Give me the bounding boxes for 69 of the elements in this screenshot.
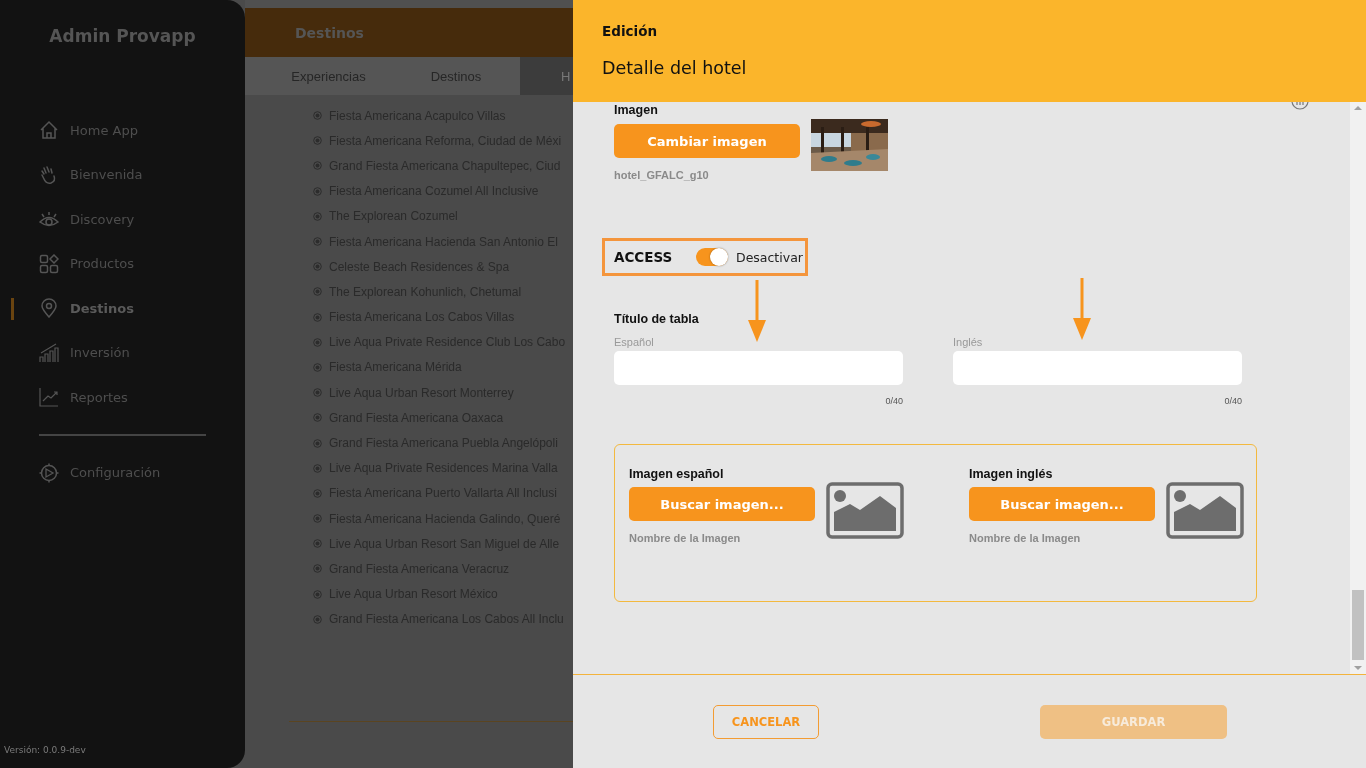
bullet-icon: [313, 463, 322, 473]
location-pin-icon: [39, 298, 59, 319]
app-title: Admin Provapp: [48, 26, 197, 46]
nav-item[interactable]: Bienvenida: [0, 152, 245, 197]
scrollbar[interactable]: [1350, 102, 1366, 674]
section-title: Título de tabla: [614, 312, 699, 326]
nav-item[interactable]: Destinos: [0, 286, 245, 331]
bullet-icon: [313, 237, 322, 247]
bullet-icon: [313, 312, 322, 322]
nav-item[interactable]: Configuración: [0, 450, 245, 495]
bullet-icon: [313, 413, 322, 423]
down-arrow-icon: [747, 280, 767, 342]
bullet-icon: [313, 614, 322, 624]
bullet-icon: [313, 488, 322, 498]
bullet-icon: [313, 564, 322, 574]
page-title: Destinos: [295, 24, 364, 41]
toggle-label: Desactivar: [736, 249, 803, 265]
image-filename: hotel_GFALC_g10: [614, 169, 710, 181]
image-label: Imagen español: [629, 467, 724, 481]
change-image-button[interactable]: Cambiar imagen: [614, 124, 800, 158]
toggle-switch[interactable]: [696, 248, 728, 266]
bullet-icon: [313, 388, 322, 398]
selection-bar: [11, 298, 14, 320]
bullet-icon: [313, 186, 322, 196]
bullet-icon: [313, 337, 322, 347]
nav-item[interactable]: Home App: [0, 108, 245, 153]
character-counter: 0/40: [884, 396, 903, 406]
image-label: Imagen inglés: [969, 467, 1053, 481]
field-label: Inglés: [953, 336, 984, 348]
nav-item[interactable]: Discovery: [0, 197, 245, 242]
bullet-icon: [313, 111, 322, 121]
bullet-icon: [313, 136, 322, 146]
browse-image-button[interactable]: Buscar imagen...: [629, 487, 815, 521]
nav-item[interactable]: Reportes: [0, 375, 245, 420]
drawer-subtitle: Edición: [602, 23, 659, 39]
nav-item[interactable]: Productos: [0, 241, 245, 286]
image-filename: Nombre de la Imagen: [969, 532, 1082, 544]
image-placeholder-icon: [826, 482, 904, 539]
nav-item[interactable]: Inversión: [0, 330, 245, 375]
field-label: Español: [614, 336, 655, 348]
bullet-icon: [313, 362, 322, 372]
line-chart-icon: [39, 387, 59, 408]
browse-image-button[interactable]: Buscar imagen...: [969, 487, 1155, 521]
input-field[interactable]: [614, 351, 903, 385]
bar-chart-icon: [39, 342, 59, 363]
image-placeholder-icon: [1166, 482, 1244, 539]
bullet-icon: [313, 211, 322, 221]
character-counter: 0/40: [1223, 396, 1242, 406]
tab[interactable]: H: [520, 57, 573, 95]
grid-icon: [39, 253, 59, 274]
cancel-button[interactable]: CANCELAR: [713, 704, 819, 739]
input-field[interactable]: [953, 351, 1242, 385]
bullet-icon: [313, 539, 322, 549]
bullet-icon: [313, 589, 322, 599]
bullet-icon: [313, 161, 322, 171]
scrollbar-thumb[interactable]: [1352, 590, 1364, 660]
image-filename: Nombre de la Imagen: [629, 532, 742, 544]
bullet-icon: [313, 262, 322, 272]
image-label: Imagen: [614, 103, 658, 117]
bullet-icon: [313, 438, 322, 448]
home-icon: [39, 120, 59, 141]
access-label: ACCESS: [614, 249, 674, 265]
delete-icon[interactable]: [1291, 102, 1309, 112]
version-label: Versión: 0.0.9-dev: [3, 745, 87, 757]
drawer-title: Detalle del hotel: [602, 58, 748, 78]
bullet-icon: [313, 287, 322, 297]
settings-icon: [39, 462, 59, 483]
down-arrow-icon: [1072, 278, 1092, 340]
bullet-icon: [313, 514, 322, 524]
